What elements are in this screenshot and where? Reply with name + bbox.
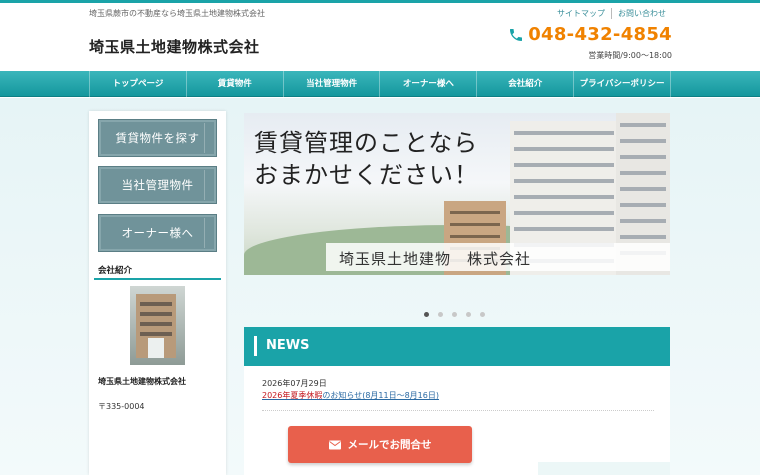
news-header-bar: [254, 336, 257, 356]
mail-contact-button[interactable]: メールでお問合せ: [288, 426, 472, 463]
search-rental-button[interactable]: 賃貸物件を探す: [98, 119, 217, 157]
heading-divider: [94, 278, 221, 280]
phone-number-text: 048-432-4854: [528, 24, 672, 45]
phone-number[interactable]: 048-432-4854: [508, 24, 672, 45]
company-intro-heading: 会社紹介: [98, 266, 133, 276]
sitemap-link[interactable]: サイトマップ: [551, 8, 611, 19]
global-nav: トップページ 賃貸物件 当社管理物件 オーナー様へ 会社紹介 プライバシーポリシ…: [0, 71, 760, 97]
site-tagline: 埼玉県蕨市の不動産なら埼玉県土地建物株式会社: [89, 9, 265, 18]
slider-dot-1[interactable]: [424, 312, 429, 317]
faded-widget: [538, 462, 670, 475]
sidebar: 賃貸物件を探す 当社管理物件 オーナー様へ 会社紹介 埼玉県土地建物株式会社 〒…: [89, 111, 226, 475]
phone-icon: [510, 28, 523, 41]
news-title: NEWS: [266, 338, 310, 353]
hero-tower-windows: [620, 123, 666, 127]
hero-headline-2: おまかせください！: [254, 161, 479, 189]
news-link-highlight: 2026年夏季休暇: [262, 391, 323, 400]
hero-slider[interactable]: 賃貸管理のことなら おまかせください！ 埼玉県土地建物 株式会社: [244, 113, 670, 275]
sidebar-postal-code: 〒335-0004: [98, 402, 145, 411]
hero-headline-1: 賃貸管理のことなら: [254, 129, 479, 157]
nav-item-company[interactable]: 会社紹介: [477, 71, 575, 97]
mail-button-label: メールでお問合せ: [347, 439, 432, 451]
news-divider: [262, 410, 654, 411]
office-building-photo: [130, 286, 185, 365]
site-logo-title[interactable]: 埼玉県土地建物株式会社: [89, 36, 260, 57]
sidebar-faded-contact: [98, 416, 218, 428]
business-hours: 営業時間/9:00～18:00: [588, 51, 672, 60]
contact-link[interactable]: お問い合わせ: [611, 8, 672, 19]
slider-dot-2[interactable]: [438, 312, 443, 317]
header-links: サイトマップ お問い合わせ: [551, 8, 672, 19]
nav-item-owners[interactable]: オーナー様へ: [380, 71, 478, 97]
news-item-link[interactable]: 2026年夏季休暇のお知らせ(8月11日～8月16日): [262, 390, 439, 401]
news-date: 2026年07月29日: [262, 379, 327, 388]
sidebar-company-name: 埼玉県土地建物株式会社: [98, 377, 186, 386]
owners-button[interactable]: オーナー様へ: [98, 214, 217, 252]
nav-item-rental[interactable]: 賃貸物件: [187, 71, 284, 97]
slider-dot-3[interactable]: [452, 312, 457, 317]
top-accent-line: [0, 0, 760, 3]
managed-properties-button[interactable]: 当社管理物件: [98, 166, 217, 204]
slider-dot-5[interactable]: [480, 312, 485, 317]
hero-company-name: 埼玉県土地建物 株式会社: [339, 250, 532, 268]
slider-dot-4[interactable]: [466, 312, 471, 317]
news-link-text: のお知らせ(8月11日～8月16日): [322, 391, 439, 400]
envelope-icon: [328, 440, 341, 449]
hero-building-windows: [514, 131, 614, 135]
slider-dots: [424, 312, 494, 317]
nav-item-managed[interactable]: 当社管理物件: [284, 71, 381, 97]
nav-item-top[interactable]: トップページ: [89, 71, 187, 97]
nav-item-privacy[interactable]: プライバシーポリシー: [574, 71, 671, 97]
